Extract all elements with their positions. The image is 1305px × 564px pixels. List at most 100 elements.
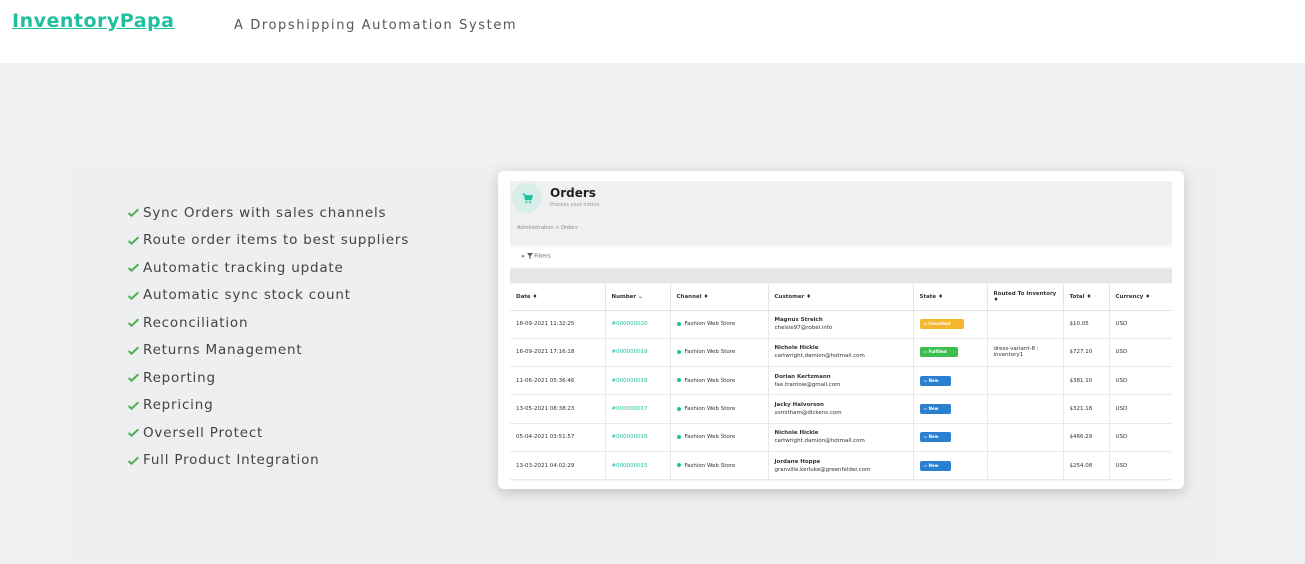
status-badge: ▭ New bbox=[919, 375, 951, 386]
order-number-link[interactable]: #000000019 bbox=[605, 338, 671, 368]
customer-email: chelsie97@robel.info bbox=[774, 325, 833, 332]
order-state: ▭ New bbox=[913, 366, 988, 396]
customer-name: Nichole Hickle bbox=[774, 430, 819, 437]
status-badge-label: New bbox=[928, 377, 939, 383]
table-toolbar-strip bbox=[510, 269, 1172, 283]
feature-label: Automatic sync stock count bbox=[143, 287, 351, 304]
order-state: ▭ New bbox=[913, 394, 988, 424]
feature-item: Automatic sync stock count bbox=[127, 282, 409, 310]
order-customer: Nichole Hickle cartwright.damion@hotmail.… bbox=[768, 338, 914, 368]
table-row[interactable]: 05-04-2021 03:51:57 #000000016 Fashion Web… bbox=[510, 423, 1172, 452]
feature-item: Route order items to best suppliers bbox=[127, 227, 409, 255]
order-state: ▭ New bbox=[913, 451, 988, 481]
table-row[interactable]: 18-09-2021 11:32:25 #000000020 Fashion Web… bbox=[510, 310, 1172, 339]
status-badge-label: New bbox=[928, 462, 939, 468]
breadcrumb[interactable]: Administration > Orders bbox=[517, 225, 578, 231]
feature-label: Automatic tracking update bbox=[143, 259, 344, 276]
table-row[interactable]: 16-09-2021 17:16:18 #000000019 Fashion Web… bbox=[510, 338, 1172, 368]
channel-label: Fashion Web Store bbox=[684, 349, 736, 356]
order-total: $10.05 bbox=[1063, 310, 1110, 339]
check-icon bbox=[127, 318, 140, 328]
filter-icon bbox=[526, 253, 533, 259]
order-channel: Fashion Web Store bbox=[670, 451, 769, 481]
feature-label: Sync Orders with sales channels bbox=[143, 204, 387, 221]
filters-toggle[interactable]: ▸ Filters bbox=[522, 253, 551, 260]
feature-label: Oversell Protect bbox=[143, 424, 264, 441]
feature-label: Reporting bbox=[143, 369, 216, 386]
check-icon bbox=[127, 208, 140, 218]
feature-list: Sync Orders with sales channels Route ord… bbox=[127, 199, 409, 474]
col-channel-header[interactable]: Channel ♦ bbox=[670, 284, 769, 311]
order-currency: USD bbox=[1109, 310, 1172, 339]
order-state: ⊘ Cancelled bbox=[913, 310, 988, 339]
status-badge: ▭ Fulfilled bbox=[919, 347, 958, 358]
check-icon bbox=[127, 401, 140, 410]
check-icon bbox=[127, 456, 140, 465]
col-state-header[interactable]: State ♦ bbox=[913, 284, 988, 311]
order-channel: Fashion Web Store bbox=[670, 366, 769, 396]
order-currency: USD bbox=[1109, 394, 1172, 424]
order-state: ▭ New bbox=[913, 423, 988, 452]
customer-name: Magnus Streich bbox=[774, 317, 823, 324]
table-row[interactable]: 13-05-2021 08:38:23 #000000017 Fashion Web… bbox=[510, 394, 1172, 424]
check-icon bbox=[127, 236, 140, 245]
order-routed bbox=[987, 310, 1064, 339]
feature-item: Repricing bbox=[127, 392, 409, 420]
order-date: 11-06-2021 05:36:46 bbox=[510, 366, 606, 396]
top-bar: InventoryPapa A Dropshipping Automation … bbox=[0, 0, 1305, 63]
check-icon bbox=[127, 346, 140, 355]
col-routed-header[interactable]: Routed To Inventory ♦ bbox=[987, 284, 1064, 311]
channel-label: Fashion Web Store bbox=[684, 434, 736, 441]
order-currency: USD bbox=[1109, 423, 1172, 452]
channel-status-dot bbox=[676, 463, 681, 468]
check-icon bbox=[127, 263, 140, 273]
order-customer: Dorian Kertzmann fae.trantow@gmail.com bbox=[768, 366, 914, 396]
orders-screen: Orders Process your orders Administratio… bbox=[510, 181, 1172, 481]
customer-name: Dorian Kertzmann bbox=[774, 373, 831, 380]
feature-item: Reporting bbox=[127, 364, 409, 392]
order-number-link[interactable]: #000000017 bbox=[605, 394, 671, 424]
brand-logo-link[interactable]: InventoryPapa bbox=[12, 10, 174, 32]
order-routed bbox=[987, 394, 1064, 424]
order-currency: USD bbox=[1109, 366, 1172, 396]
orders-header: Orders Process your orders Administratio… bbox=[510, 181, 1172, 244]
table-row[interactable]: 13-03-2021 04:02:29 #000000015 Fashion Web… bbox=[510, 451, 1172, 481]
table-row[interactable]: 11-06-2021 05:36:46 #000000018 Fashion Web… bbox=[510, 366, 1172, 396]
page-title: Orders bbox=[550, 186, 596, 200]
col-date-header[interactable]: Date ♦ bbox=[510, 284, 606, 311]
order-number-link[interactable]: #000000016 bbox=[605, 423, 671, 452]
order-state: ▭ Fulfilled bbox=[913, 338, 988, 368]
feature-item: Returns Management bbox=[127, 337, 409, 365]
col-customer-header[interactable]: Customer ♦ bbox=[768, 284, 914, 311]
customer-name: Jordane Hoppe bbox=[774, 458, 821, 465]
feature-item: Automatic tracking update bbox=[127, 254, 409, 282]
filters-bar[interactable]: ▸ Filters bbox=[510, 247, 1172, 267]
order-number-link[interactable]: #000000018 bbox=[605, 366, 671, 396]
order-customer: Magnus Streich chelsie97@robel.info bbox=[768, 310, 914, 339]
channel-label: Fashion Web Store bbox=[684, 406, 736, 413]
order-number-link[interactable]: #000000015 bbox=[605, 451, 671, 481]
feature-label: Repricing bbox=[143, 397, 214, 414]
order-total: $466.29 bbox=[1063, 423, 1110, 452]
order-number-link[interactable]: #000000020 bbox=[605, 310, 671, 339]
feature-item: Sync Orders with sales channels bbox=[127, 199, 409, 227]
order-total: $321.18 bbox=[1063, 394, 1110, 424]
feature-item: Reconciliation bbox=[127, 309, 409, 337]
order-date: 18-09-2021 11:32:25 bbox=[510, 310, 606, 339]
col-currency-header[interactable]: Currency ♦ bbox=[1109, 284, 1172, 311]
orders-screenshot-card: Orders Process your orders Administratio… bbox=[498, 171, 1184, 489]
table-header-row: Date ♦ Number ⌄ Channel ♦ Customer ♦ State ♦… bbox=[510, 284, 1172, 311]
customer-email: cartwright.damion@hotmail.com bbox=[774, 438, 865, 445]
col-number-header[interactable]: Number ⌄ bbox=[605, 284, 671, 311]
order-channel: Fashion Web Store bbox=[670, 338, 769, 368]
order-date: 05-04-2021 03:51:57 bbox=[510, 423, 606, 452]
col-total-header[interactable]: Total ♦ bbox=[1063, 284, 1110, 311]
feature-label: Route order items to best suppliers bbox=[143, 232, 410, 249]
channel-label: Fashion Web Store bbox=[684, 462, 736, 469]
order-date: 13-03-2021 04:02:29 bbox=[510, 451, 606, 481]
order-routed bbox=[987, 451, 1064, 481]
channel-label: Fashion Web Store bbox=[684, 377, 736, 384]
channel-status-dot bbox=[676, 349, 681, 354]
order-date: 13-05-2021 08:38:23 bbox=[510, 394, 606, 424]
order-customer: Nichole Hickle cartwright.damion@hotmail.… bbox=[768, 423, 914, 452]
